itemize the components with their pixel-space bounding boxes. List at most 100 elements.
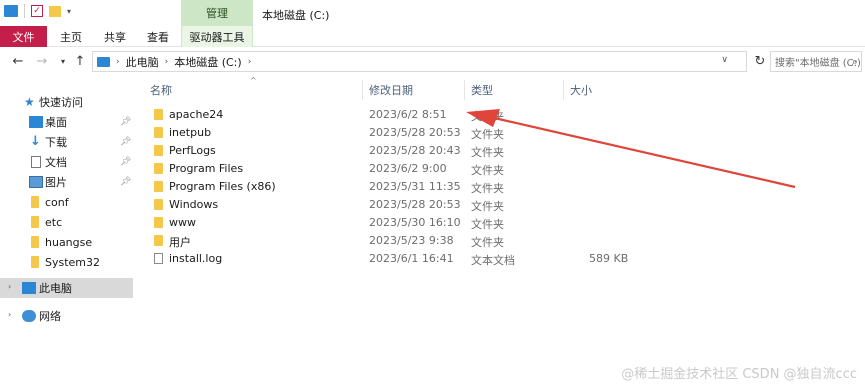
- table-row[interactable]: Windows 2023/5/28 20:53 文件夹: [140, 195, 865, 213]
- sidebar-item-label: System32: [45, 255, 101, 269]
- address-dropdown-icon[interactable]: ∨: [721, 55, 728, 65]
- file-date: 2023/5/23 9:38: [369, 234, 454, 247]
- refresh-icon[interactable]: ↻: [751, 52, 769, 70]
- folder-icon: [154, 199, 163, 210]
- tab-drive-tools[interactable]: 驱动器工具: [181, 26, 253, 47]
- column-header-type[interactable]: 类型: [471, 80, 493, 100]
- table-row[interactable]: inetpub 2023/5/28 20:53 文件夹: [140, 123, 865, 141]
- file-name: Program Files (x86): [169, 180, 276, 193]
- sidebar-item-label: 文档: [45, 156, 67, 169]
- column-divider[interactable]: [362, 80, 363, 100]
- sidebar-item-label: 桌面: [45, 116, 67, 129]
- this-pc-icon: [97, 56, 110, 67]
- breadcrumb-local-disk[interactable]: 本地磁盘 (C:): [174, 54, 241, 70]
- file-type: 文件夹: [471, 164, 504, 177]
- qat-dropdown-icon[interactable]: ▾: [67, 7, 71, 16]
- file-name: install.log: [169, 252, 223, 265]
- sidebar-item-label: 图片: [45, 176, 67, 189]
- column-divider[interactable]: [563, 80, 564, 100]
- new-folder-icon[interactable]: [49, 5, 61, 17]
- pin-icon[interactable]: 📌︎: [120, 177, 131, 187]
- table-row[interactable]: apache24 2023/6/2 8:51 文件夹: [140, 105, 865, 123]
- file-name: 用户: [169, 236, 191, 249]
- folder-icon: [31, 236, 39, 248]
- search-icon[interactable]: ⌕: [852, 55, 858, 69]
- sidebar-item-label: 快速访问: [39, 96, 83, 109]
- expand-chevron-icon[interactable]: ›: [8, 310, 11, 319]
- sidebar-item-quick-access[interactable]: ★ 快速访问: [0, 92, 133, 112]
- breadcrumb-this-pc[interactable]: 此电脑: [126, 54, 159, 70]
- file-name: apache24: [169, 108, 224, 121]
- address-bar[interactable]: › 此电脑 › 本地磁盘 (C:) › ∨: [92, 51, 747, 72]
- sidebar-item-network[interactable]: › 网络: [0, 306, 133, 326]
- table-row[interactable]: PerfLogs 2023/5/28 20:43 文件夹: [140, 141, 865, 159]
- file-size: 589 KB: [589, 252, 629, 265]
- pin-icon[interactable]: 📌︎: [120, 157, 131, 167]
- computer-icon: [22, 282, 36, 294]
- sidebar-item-label: 此电脑: [39, 282, 72, 295]
- sidebar-item-downloads[interactable]: ↓ 下载 📌︎: [0, 132, 133, 152]
- table-row[interactable]: 用户 2023/5/23 9:38 文件夹: [140, 231, 865, 249]
- breadcrumb-separator-icon[interactable]: ›: [116, 57, 120, 67]
- sidebar-item-label: conf: [45, 195, 69, 209]
- up-arrow-icon[interactable]: ↑: [71, 52, 89, 70]
- navigation-pane: ★ 快速访问 桌面 📌︎ ↓ 下载 📌︎ 文档 📌︎ 图片 📌︎ conf et…: [0, 80, 138, 388]
- table-row[interactable]: install.log 2023/6/1 16:41 文本文档 589 KB: [140, 249, 865, 267]
- sidebar-item-this-pc[interactable]: › 此电脑: [0, 278, 133, 298]
- sidebar-item-label: 下载: [45, 136, 67, 149]
- sidebar-item-huangse[interactable]: huangse: [0, 232, 133, 252]
- recent-locations-chevron-icon[interactable]: ▾: [54, 52, 72, 70]
- sidebar-item-system32[interactable]: System32: [0, 252, 133, 272]
- tab-home[interactable]: 主页: [60, 26, 82, 47]
- folder-icon: [31, 216, 39, 228]
- text-file-icon: [154, 253, 163, 264]
- search-input[interactable]: 搜索"本地磁盘 (C:)" ⌕: [770, 51, 862, 72]
- sort-caret-icon: ^: [250, 76, 257, 85]
- table-row[interactable]: Program Files 2023/6/2 9:00 文件夹: [140, 159, 865, 177]
- table-row[interactable]: Program Files (x86) 2023/5/31 11:35 文件夹: [140, 177, 865, 195]
- download-icon: ↓: [30, 134, 41, 149]
- pin-icon[interactable]: 📌︎: [120, 137, 131, 147]
- folder-icon: [154, 181, 163, 192]
- column-header-name[interactable]: 名称: [150, 80, 172, 100]
- folder-icon: [154, 109, 163, 120]
- file-date: 2023/5/28 20:43: [369, 144, 461, 157]
- properties-icon[interactable]: ✓: [31, 5, 43, 17]
- table-row[interactable]: www 2023/5/30 16:10 文件夹: [140, 213, 865, 231]
- sidebar-item-conf[interactable]: conf: [0, 192, 133, 212]
- file-date: 2023/6/1 16:41: [369, 252, 454, 265]
- tab-share[interactable]: 共享: [104, 26, 126, 47]
- column-header-date[interactable]: 修改日期: [369, 80, 413, 100]
- column-header-size[interactable]: 大小: [570, 80, 592, 100]
- file-name: inetpub: [169, 126, 212, 139]
- window-title: 本地磁盘 (C:): [262, 9, 330, 22]
- file-date: 2023/5/28 20:53: [369, 198, 461, 211]
- folder-icon: [154, 163, 163, 174]
- folder-icon: [154, 235, 163, 246]
- pin-icon[interactable]: 📌︎: [120, 117, 131, 127]
- explorer-app-icon[interactable]: [4, 5, 18, 17]
- expand-chevron-icon[interactable]: ›: [8, 282, 11, 291]
- back-arrow-icon[interactable]: ←: [9, 52, 27, 70]
- sidebar-item-desktop[interactable]: 桌面 📌︎: [0, 112, 133, 132]
- breadcrumb-separator-icon[interactable]: ›: [165, 57, 169, 67]
- tab-file[interactable]: 文件: [0, 26, 47, 47]
- file-date: 2023/5/31 11:35: [369, 180, 461, 193]
- file-name: Program Files: [169, 162, 244, 175]
- tab-view[interactable]: 查看: [147, 26, 169, 47]
- file-type: 文件夹: [471, 236, 504, 249]
- watermark: @稀土掘金技术社区 CSDN @独自流ccc: [621, 367, 857, 382]
- folder-icon: [31, 256, 39, 268]
- toolbar-divider: [24, 4, 25, 18]
- file-type: 文件夹: [471, 110, 504, 123]
- sidebar-item-etc[interactable]: etc: [0, 212, 133, 232]
- search-placeholder: 搜索"本地磁盘 (C:)": [775, 58, 862, 69]
- breadcrumb-separator-icon[interactable]: ›: [248, 57, 252, 67]
- sidebar-item-documents[interactable]: 文档 📌︎: [0, 152, 133, 172]
- file-date: 2023/5/28 20:53: [369, 126, 461, 139]
- sidebar-item-pictures[interactable]: 图片 📌︎: [0, 172, 133, 192]
- file-type: 文件夹: [471, 218, 504, 231]
- tab-manage[interactable]: 管理: [181, 0, 253, 26]
- forward-arrow-icon[interactable]: →: [33, 52, 51, 70]
- column-divider[interactable]: [464, 80, 465, 100]
